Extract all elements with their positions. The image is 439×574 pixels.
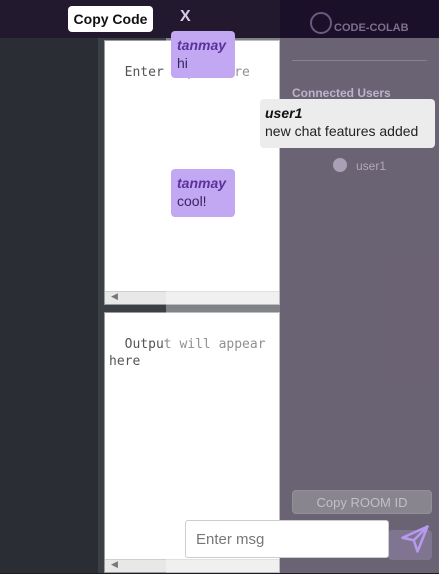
message-author: user1 bbox=[265, 105, 303, 121]
send-button[interactable] bbox=[400, 524, 430, 554]
copy-code-button[interactable]: Copy Code bbox=[68, 6, 153, 32]
message-author: tanmay bbox=[177, 37, 227, 53]
code-logo-icon bbox=[310, 12, 332, 34]
brand-name: CODE-COLAB bbox=[334, 22, 409, 34]
message-text: hi bbox=[177, 55, 188, 71]
message-input[interactable] bbox=[185, 520, 389, 558]
chat-message: tanmay hi bbox=[171, 31, 235, 78]
paper-plane-icon bbox=[401, 525, 429, 553]
close-chat-button[interactable]: X bbox=[180, 8, 191, 26]
scroll-left-icon[interactable]: ◀ bbox=[111, 557, 118, 574]
left-panel bbox=[0, 38, 98, 573]
message-text: new chat features added bbox=[265, 123, 419, 139]
chat-message: tanmay cool! bbox=[171, 169, 235, 217]
scroll-left-icon[interactable]: ◀ bbox=[111, 289, 118, 306]
message-author: tanmay bbox=[177, 175, 227, 191]
chat-message: user1 new chat features added bbox=[260, 99, 435, 148]
message-text: cool! bbox=[177, 193, 207, 209]
